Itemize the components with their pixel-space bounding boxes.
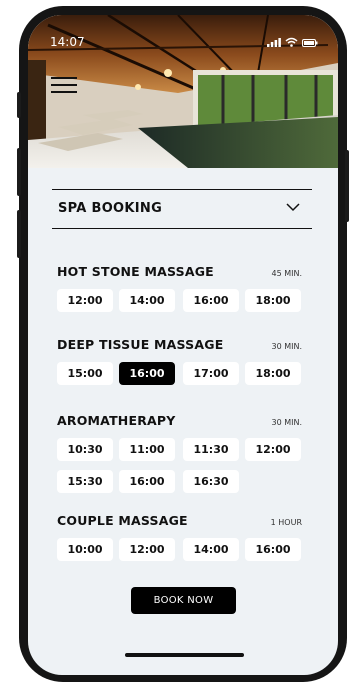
time-slot[interactable]: 16:30 <box>183 470 239 493</box>
power-button <box>345 150 349 222</box>
time-slot[interactable]: 14:00 <box>119 289 175 312</box>
time-slot[interactable]: 17:00 <box>183 362 239 385</box>
chevron-down-icon[interactable] <box>286 200 300 214</box>
time-slot[interactable]: 18:00 <box>245 362 301 385</box>
service-name: AROMATHERAPY <box>57 413 176 428</box>
time-slot[interactable]: 12:00 <box>57 289 113 312</box>
signal-icon <box>267 38 281 47</box>
spa-booking-title: SPA BOOKING <box>58 201 163 216</box>
home-indicator <box>125 653 244 657</box>
time-slot[interactable]: 18:00 <box>245 289 301 312</box>
time-slot[interactable]: 16:00 <box>245 538 301 561</box>
spa-booking-dropdown[interactable]: SPA BOOKING <box>52 189 312 229</box>
book-now-button[interactable]: BOOK NOW <box>131 587 236 614</box>
spa-hero-image: 14:07 <box>28 15 338 168</box>
service-duration: 30 MIN. <box>271 418 302 427</box>
time-slot-selected[interactable]: 16:00 <box>119 362 175 385</box>
status-time: 14:07 <box>50 35 85 49</box>
time-slot[interactable]: 16:00 <box>183 289 239 312</box>
time-slot[interactable]: 16:00 <box>119 470 175 493</box>
service-duration: 1 HOUR <box>270 518 302 527</box>
time-slot[interactable]: 10:00 <box>57 538 113 561</box>
time-slot[interactable]: 12:00 <box>119 538 175 561</box>
service-name: DEEP TISSUE MASSAGE <box>57 337 224 352</box>
hamburger-menu-icon[interactable] <box>51 75 77 95</box>
app-screen: 14:07 SPA BOOKING HOT STONE MASSAGE 45 M… <box>28 15 338 675</box>
time-slot[interactable]: 15:30 <box>57 470 113 493</box>
service-duration: 45 MIN. <box>271 269 302 278</box>
mute-switch <box>17 92 21 118</box>
time-slot[interactable]: 10:30 <box>57 438 113 461</box>
service-duration: 30 MIN. <box>271 342 302 351</box>
wifi-icon <box>285 37 298 47</box>
time-slot[interactable]: 14:00 <box>183 538 239 561</box>
service-name: HOT STONE MASSAGE <box>57 264 214 279</box>
status-icons <box>267 37 318 47</box>
time-slot[interactable]: 15:00 <box>57 362 113 385</box>
volume-down-button <box>17 210 21 258</box>
volume-up-button <box>17 148 21 196</box>
time-slot[interactable]: 12:00 <box>245 438 301 461</box>
battery-icon <box>302 39 318 47</box>
booking-content: SPA BOOKING HOT STONE MASSAGE 45 MIN. 12… <box>28 168 338 675</box>
service-name: COUPLE MASSAGE <box>57 513 188 528</box>
time-slot[interactable]: 11:30 <box>183 438 239 461</box>
time-slot[interactable]: 11:00 <box>119 438 175 461</box>
